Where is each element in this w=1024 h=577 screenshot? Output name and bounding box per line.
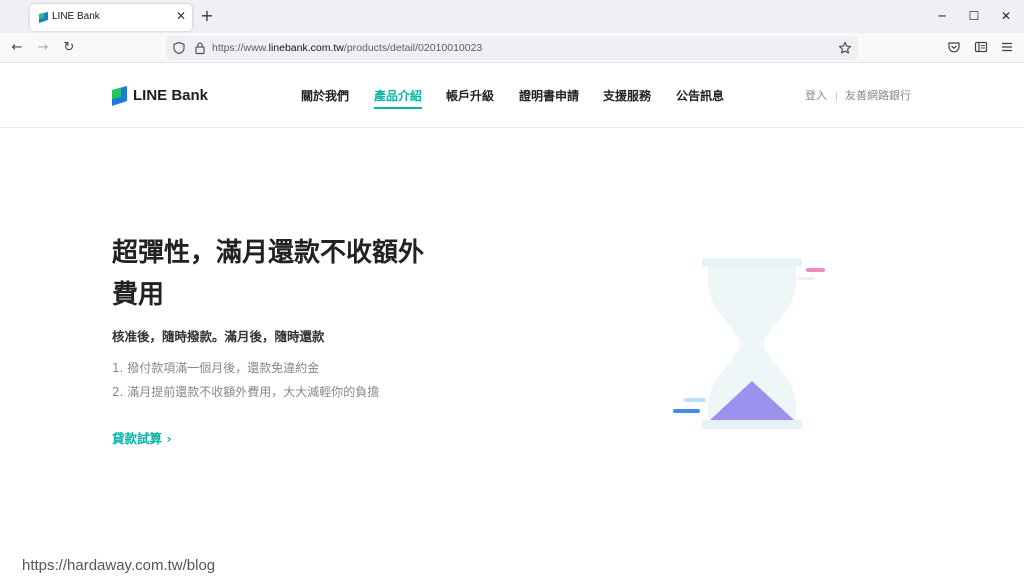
new-tab-button[interactable]: + bbox=[198, 6, 216, 26]
hero-title-line-1: 超彈性，滿月還款不收額外 bbox=[112, 238, 425, 268]
line-bank-logo-icon bbox=[112, 86, 127, 106]
forward-button[interactable]: → bbox=[34, 39, 52, 57]
hero-title-line-2: 費用 bbox=[112, 280, 165, 310]
menu-products-label: 產品介紹 bbox=[374, 89, 423, 103]
menu-announcements[interactable]: 公告訊息 bbox=[676, 88, 724, 104]
hero-title: 超彈性，滿月還款不收額外 費用 bbox=[112, 232, 492, 316]
hamburger-menu-icon[interactable] bbox=[1000, 40, 1014, 54]
url-scheme: https://www. bbox=[212, 42, 269, 54]
url-text[interactable]: https://www.linebank.com.tw/products/det… bbox=[212, 41, 482, 55]
brand-name: LINE Bank bbox=[133, 87, 209, 104]
reload-button[interactable]: ↻ bbox=[60, 39, 78, 57]
loan-calculator-link[interactable]: 貸款試算 › bbox=[112, 430, 172, 448]
menu-about[interactable]: 關於我們 bbox=[301, 88, 349, 104]
navigation-toolbar: ← → ↻ https://www.linebank.com.tw/produc… bbox=[0, 33, 1024, 63]
browser-window: LINE Bank ✕ + ─ ☐ ✕ ← → ↻ https://www.li… bbox=[0, 0, 1024, 577]
lock-icon[interactable] bbox=[193, 41, 207, 55]
tab-strip: LINE Bank ✕ + ─ ☐ ✕ bbox=[0, 0, 1024, 33]
tab-title: LINE Bank bbox=[52, 11, 100, 22]
url-host: linebank.com.tw bbox=[268, 42, 344, 54]
url-bar[interactable]: https://www.linebank.com.tw/products/det… bbox=[166, 36, 858, 60]
url-path: /products/detail/02010010023 bbox=[343, 42, 483, 54]
menu-certificate[interactable]: 證明書申請 bbox=[519, 88, 579, 104]
close-window-button[interactable]: ✕ bbox=[998, 8, 1014, 24]
site-header: LINE Bank 關於我們 產品介紹 帳戶升級 證明書申請 支援服務 公告訊息… bbox=[0, 64, 1024, 128]
auth-divider bbox=[836, 92, 837, 101]
hero-point: 2. 滿月提前還款不收額外費用，大大減輕你的負擔 bbox=[112, 385, 380, 399]
back-button[interactable]: ← bbox=[8, 39, 26, 57]
menu-account-upgrade[interactable]: 帳戶升級 bbox=[446, 88, 494, 104]
pocket-icon[interactable] bbox=[947, 40, 961, 54]
watermark-text: https://hardaway.com.tw/blog bbox=[22, 557, 216, 574]
active-menu-indicator bbox=[374, 107, 423, 109]
hero-subtitle: 核准後，隨時撥款。滿月後，隨時還款 bbox=[112, 329, 325, 344]
browser-tab[interactable]: LINE Bank ✕ bbox=[30, 4, 192, 31]
menu-support[interactable]: 支援服務 bbox=[603, 88, 651, 104]
hero-point: 1. 撥付款項滿一個月後，還款免違約金 bbox=[112, 361, 320, 375]
tab-close-icon[interactable]: ✕ bbox=[176, 8, 186, 24]
shield-icon[interactable] bbox=[172, 41, 186, 55]
hourglass-illustration bbox=[673, 258, 825, 429]
bookmark-star-icon[interactable] bbox=[838, 41, 852, 55]
reader-view-icon[interactable] bbox=[974, 40, 988, 54]
maximize-button[interactable]: ☐ bbox=[966, 8, 982, 24]
line-bank-favicon-icon bbox=[39, 12, 48, 23]
menu-products[interactable]: 產品介紹 bbox=[374, 88, 423, 109]
minimize-button[interactable]: ─ bbox=[934, 8, 950, 24]
friendly-bank-link[interactable]: 友善網路銀行 bbox=[845, 89, 911, 103]
login-link[interactable]: 登入 bbox=[805, 89, 827, 103]
